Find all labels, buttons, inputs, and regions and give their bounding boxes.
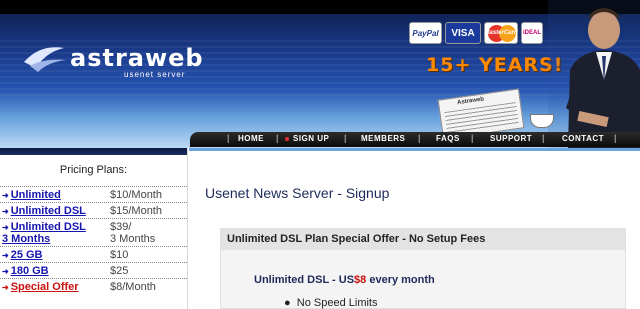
plan-name: Special Offer [10, 281, 79, 293]
plan-price: $39/3 Months [110, 221, 155, 245]
arrow-icon: ➜ [2, 251, 9, 260]
plan-link-unlimited-dsl[interactable]: ➜ Unlimited DSL [2, 205, 110, 217]
offer-price: $8 [354, 274, 367, 286]
nav-sign-up[interactable]: SIGN UP [293, 134, 329, 143]
offer-box: Unlimited DSL Plan Special Offer - No Se… [220, 228, 626, 309]
plan-name: Unlimited DSL [10, 221, 86, 233]
arrow-icon: ➜ [2, 223, 9, 232]
plan-link-180gb[interactable]: ➜ 180 GB [2, 265, 110, 277]
plan-price: $8/Month [110, 281, 156, 293]
nav-separator: | [344, 133, 347, 143]
nav-separator: | [542, 133, 545, 143]
plan-row-unlimited-dsl-3-months: ➜ Unlimited DSL 3 Months $39/3 Months [0, 218, 187, 246]
mastercard-label: MasterCard [484, 30, 518, 36]
plan-row-special-offer: ➜ Special Offer $8/Month [0, 278, 187, 294]
ideal-logo: iDEAL [521, 22, 543, 44]
plan-row-25gb: ➜ 25 GB $10 [0, 246, 187, 262]
arrow-icon: ➜ [2, 267, 9, 276]
logo-tagline: usenet server [124, 70, 186, 79]
page-title: Usenet News Server - Signup [205, 185, 390, 201]
site-logo[interactable]: astraweb usenet server [22, 40, 222, 80]
plan-row-unlimited: ➜ Unlimited $10/Month [0, 186, 187, 202]
businessman-image [548, 0, 640, 148]
main-content: Usenet News Server - Signup Unlimited DS… [189, 148, 640, 309]
pricing-sidebar: Pricing Plans: ➜ Unlimited $10/Month ➜ Unl… [0, 148, 188, 309]
years-badge: 15+ YEARS! [426, 54, 564, 76]
newspaper-title: Astraweb [456, 96, 485, 107]
payment-methods: PayPal VISA MasterCard iDEAL [409, 22, 543, 48]
visa-logo: VISA [445, 22, 481, 44]
offer-bullet-text: No Speed Limits [296, 297, 378, 309]
top-black-bar [0, 0, 640, 14]
nav-members[interactable]: MEMBERS [361, 134, 405, 143]
arrow-icon: ➜ [2, 207, 9, 216]
nav-separator: | [227, 133, 230, 143]
nav-support[interactable]: SUPPORT [490, 134, 532, 143]
plan-link-25gb[interactable]: ➜ 25 GB [2, 249, 110, 261]
offer-line-prefix: Unlimited DSL - US [254, 274, 355, 286]
nav-separator: | [276, 133, 279, 143]
plan-name: 25 GB [10, 249, 43, 261]
arrow-icon: ➜ [2, 191, 9, 200]
mastercard-logo: MasterCard [484, 22, 518, 44]
logo-swoosh-icon [24, 47, 66, 72]
plan-link-special-offer[interactable]: ➜ Special Offer [2, 281, 110, 293]
plan-price: $15/Month [110, 205, 162, 217]
newspaper-lines [444, 102, 520, 136]
offer-line: Unlimited DSL - US$8 every month [254, 274, 435, 286]
offer-header: Unlimited DSL Plan Special Offer - No Se… [221, 229, 625, 250]
pricing-title: Pricing Plans: [59, 164, 128, 176]
plan-row-180gb: ➜ 180 GB $25 [0, 262, 187, 278]
plan-price-line2: 3 Months [110, 233, 156, 245]
plan-link-unlimited-dsl-3-months[interactable]: ➜ Unlimited DSL 3 Months [2, 221, 110, 245]
plan-price: $25 [110, 265, 129, 277]
bullet-icon: ● [284, 297, 291, 309]
sidebar-headband [0, 148, 187, 155]
offer-bullet: ● No Speed Limits [284, 297, 378, 309]
plan-price: $10/Month [110, 189, 162, 201]
plan-row-unlimited-dsl: ➜ Unlimited DSL $15/Month [0, 202, 187, 218]
plan-name: Unlimited DSL [10, 205, 86, 217]
plan-link-unlimited[interactable]: ➜ Unlimited [2, 189, 110, 201]
plan-price: $10 [110, 249, 129, 261]
header-banner: astraweb usenet server PayPal VISA Maste… [0, 0, 640, 148]
nav-separator: | [614, 133, 617, 143]
arrow-icon: ➜ [2, 283, 9, 292]
nav-separator: | [471, 133, 474, 143]
active-dot-icon [285, 137, 289, 141]
nav-separator: | [418, 133, 421, 143]
offer-line-suffix: every month [366, 274, 435, 286]
nav-home[interactable]: HOME [238, 134, 264, 143]
nav-contact[interactable]: CONTACT [562, 134, 604, 143]
logo-wordmark: astraweb [70, 44, 204, 72]
plan-name: Unlimited [10, 189, 61, 201]
plan-price-line1: $39/ [110, 221, 132, 233]
content-top-line [189, 148, 640, 151]
main-nav: | HOME | SIGN UP | MEMBERS | FAQS | SUPP… [190, 132, 640, 147]
paypal-logo: PayPal [409, 22, 442, 44]
plan-name: 180 GB [10, 265, 49, 277]
plan-name-line2: 3 Months [2, 233, 51, 245]
nav-faqs[interactable]: FAQS [436, 134, 460, 143]
